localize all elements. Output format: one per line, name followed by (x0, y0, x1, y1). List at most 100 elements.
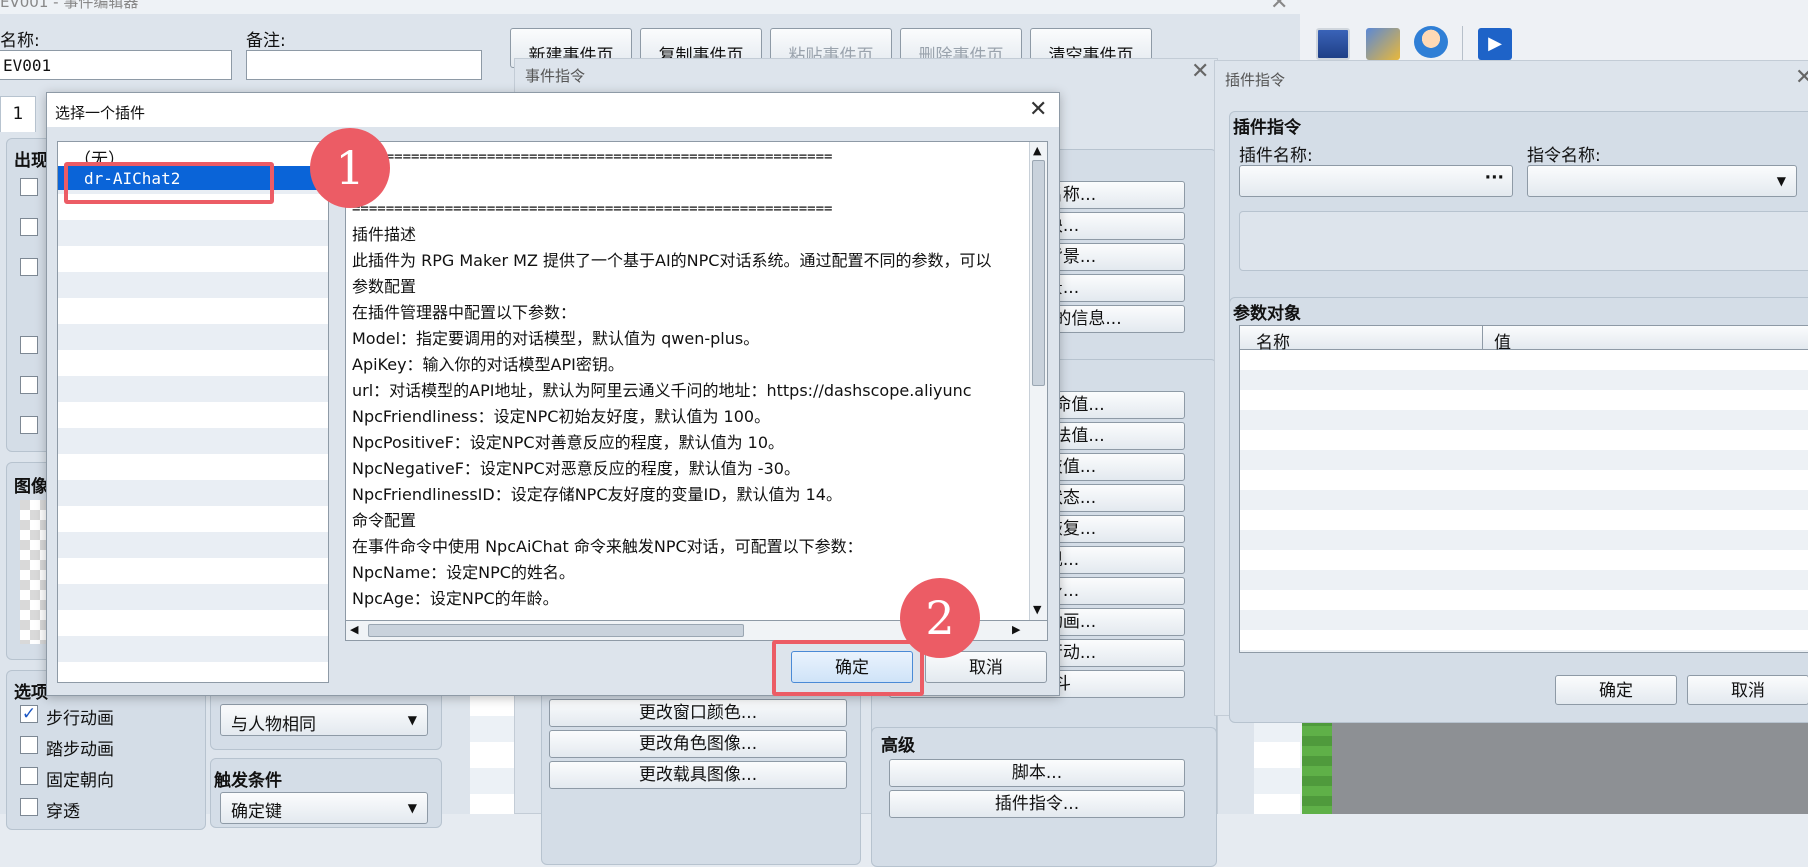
desc-line: ========================================… (352, 149, 833, 165)
note-label: 备注: (246, 31, 286, 51)
option-through-checkbox[interactable] (20, 798, 38, 816)
desc-line: url：对话模型的API地址，默认为阿里云通义千问的地址：https://das… (352, 381, 972, 400)
chevron-down-icon: ▼ (407, 801, 417, 815)
step-badge-1: 1 (310, 128, 390, 208)
desc-line: ApiKey：输入你的对话模型API密钥。 (352, 355, 624, 374)
cmd-change-vehicle-image-button[interactable]: 更改载具图像... (549, 761, 847, 789)
scrollbar-thumb[interactable] (368, 624, 744, 637)
option-step-anim-label: 踏步动画 (46, 740, 114, 760)
close-icon[interactable]: ✕ (1029, 99, 1047, 121)
chevron-down-icon: ▼ (1776, 174, 1786, 188)
scroll-up-icon[interactable]: ▲ (1033, 144, 1041, 157)
scroll-right-icon[interactable]: ▶ (1012, 623, 1020, 636)
note-input[interactable] (246, 50, 482, 80)
plugin-command-cancel-button[interactable]: 取消 (1687, 675, 1808, 705)
desc-line: NpcFriendlinessID：设定存储NPC友好度的变量ID，默认值为 1… (352, 485, 842, 504)
plugin-command-window: 插件指令 ✕ 插件指令 插件名称: ··· 指令名称: ▼ 参数对象 名称 值 … (1214, 60, 1808, 723)
character-generator-icon[interactable] (1414, 26, 1448, 58)
desc-line (352, 170, 1022, 196)
scroll-down-icon[interactable]: ▼ (1033, 603, 1041, 616)
option-dir-fix-checkbox[interactable] (20, 767, 38, 785)
option-walk-anim-label: 步行动画 (46, 709, 114, 729)
select-plugin-title: 选择一个插件 (55, 104, 146, 122)
command-description-box (1239, 211, 1808, 271)
desc-line: NpcPositiveF：设定NPC对善意反应的程度，默认值为 10。 (352, 433, 785, 452)
arguments-table-header (1240, 326, 1808, 350)
conditions-label: 出现 (14, 151, 48, 171)
close-icon[interactable]: ✕ (1191, 61, 1209, 83)
plugin-name-select[interactable]: ··· (1239, 165, 1513, 197)
tab-page-1[interactable]: 1 (0, 96, 36, 132)
name-input-value: EV001 (3, 56, 52, 75)
option-through-label: 穿透 (46, 802, 80, 822)
priority-value: 与人物相同 (231, 715, 316, 735)
trigger-value: 确定键 (231, 802, 282, 822)
plugin-list-rows (58, 142, 328, 682)
condition-checkbox-3[interactable] (20, 258, 38, 276)
tab-page-1-label: 1 (12, 104, 24, 124)
condition-checkbox-4[interactable] (20, 336, 38, 354)
monitor-icon[interactable] (1316, 28, 1350, 60)
arguments-label: 参数对象 (1233, 304, 1301, 324)
options-label: 选项 (14, 683, 48, 703)
plugin-name-label: 插件名称: (1239, 146, 1313, 166)
option-walk-anim-checkbox[interactable]: ✓ (20, 705, 38, 723)
column-divider (1482, 326, 1483, 350)
plugin-command-section-label: 插件指令 (1233, 118, 1301, 138)
desc-line: 插件描述 (352, 225, 417, 244)
name-input[interactable]: EV001 (0, 50, 232, 80)
description-vertical-scrollbar[interactable]: ▲ ▼ (1029, 142, 1047, 620)
plugin-command-ok-button[interactable]: 确定 (1555, 675, 1677, 705)
plugin-description-box: ========================================… (345, 141, 1048, 621)
priority-select[interactable]: 与人物相同 ▼ (220, 704, 428, 736)
advanced-label: 高级 (881, 736, 915, 756)
command-name-select[interactable]: ▼ (1527, 165, 1797, 197)
desc-line: NpcFriendliness：设定NPC初始友好度，默认值为 100。 (352, 407, 771, 426)
arguments-table[interactable]: 名称 值 (1239, 325, 1808, 653)
select-plugin-titlebar (47, 93, 1059, 127)
step-badge-2: 2 (900, 578, 980, 658)
event-command-title: 事件指令 (525, 67, 586, 85)
condition-checkbox-6[interactable] (20, 416, 38, 434)
cmd-change-actor-images-button[interactable]: 更改角色图像... (549, 730, 847, 758)
desc-line: Model：指定要调用的对话模型，默认值为 qwen-plus。 (352, 329, 760, 348)
desc-line: 此插件为 RPG Maker MZ 提供了一个基于AI的NPC对话系统。通过配置… (352, 251, 992, 270)
toolbar-divider (1462, 26, 1463, 62)
chevron-down-icon: ▼ (407, 713, 417, 727)
playtest-icon[interactable]: ▶ (1478, 28, 1512, 60)
more-icon: ··· (1484, 168, 1504, 188)
plugin-command-title: 插件指令 (1225, 71, 1286, 89)
scroll-left-icon[interactable]: ◀ (350, 623, 358, 636)
plugin-description-text: ========================================… (352, 144, 1022, 618)
condition-checkbox-2[interactable] (20, 218, 38, 236)
name-label: 名称: (0, 31, 40, 51)
plugin-list[interactable]: （无） dr-AIChat2 (57, 141, 329, 683)
desc-line: ========================================… (352, 201, 833, 217)
image-label: 图像 (14, 477, 48, 497)
desc-line: NpcNegativeF：设定NPC对恶意反应的程度，默认值为 -30。 (352, 459, 800, 478)
trigger-select[interactable]: 确定键 ▼ (220, 792, 428, 824)
event-editor-titlebar (0, 0, 1300, 14)
map-canvas (1332, 716, 1808, 814)
condition-checkbox-1[interactable] (20, 178, 38, 196)
desc-line: 命令配置 (352, 511, 417, 530)
desc-line: 在事件命令中使用 NpcAiChat 命令来触发NPC对话，可配置以下参数： (352, 537, 863, 556)
highlight-box-plugin-item (64, 162, 274, 204)
event-content-list[interactable] (470, 690, 516, 814)
desc-line: 参数配置 (352, 277, 417, 296)
close-icon[interactable]: ✕ (1795, 67, 1808, 89)
desc-line: 在插件管理器中配置以下参数： (352, 303, 577, 322)
map-tile-grass (1302, 716, 1332, 814)
resources-icon[interactable] (1366, 28, 1400, 60)
scrollbar-thumb[interactable] (1032, 160, 1045, 386)
arguments-table-rows (1240, 350, 1808, 652)
event-editor-title: EV001 - 事件编辑器 (0, 0, 139, 11)
highlight-box-ok-button (772, 640, 924, 696)
option-dir-fix-label: 固定朝向 (46, 771, 114, 791)
cmd-change-window-color-button[interactable]: 更改窗口颜色... (549, 699, 847, 727)
cmd-script-button[interactable]: 脚本... (889, 759, 1185, 787)
command-name-label: 指令名称: (1527, 146, 1601, 166)
close-icon[interactable]: ✕ (1270, 0, 1288, 14)
option-step-anim-checkbox[interactable] (20, 736, 38, 754)
condition-checkbox-5[interactable] (20, 376, 38, 394)
